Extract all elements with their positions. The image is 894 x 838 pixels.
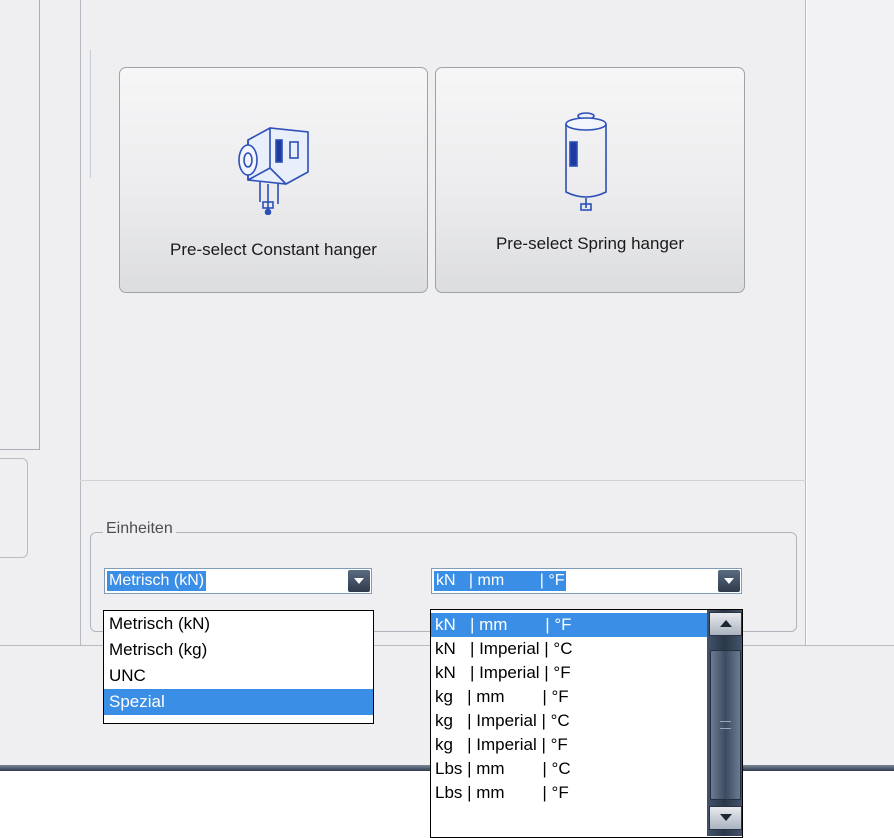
scroll-down-icon <box>720 814 732 821</box>
unit-format-dropdown-list: kN | mm | °F kN | Imperial | °C kN | Imp… <box>430 609 743 838</box>
unit-system-combo[interactable]: Metrisch (kN) <box>104 568 372 594</box>
chevron-down-icon <box>724 578 734 584</box>
preselect-spring-hanger-button[interactable]: Pre-select Spring hanger <box>435 67 745 293</box>
scroll-down-button[interactable] <box>709 806 742 830</box>
preselect-constant-hanger-button[interactable]: Pre-select Constant hanger <box>119 67 428 293</box>
left-panel <box>0 0 40 450</box>
list-item-selected[interactable]: kN | mm | °F <box>431 613 707 637</box>
right-panel <box>807 0 894 645</box>
horizontal-divider <box>80 480 806 481</box>
list-item[interactable]: kg | mm | °F <box>431 685 707 709</box>
list-item[interactable]: Lbs | mm | °F <box>431 781 707 805</box>
spring-hanger-label: Pre-select Spring hanger <box>495 234 685 253</box>
constant-hanger-icon <box>238 127 309 215</box>
unit-system-dropdown-button[interactable] <box>348 570 370 592</box>
spring-hanger-icon <box>565 112 607 211</box>
scroll-up-icon <box>720 620 732 627</box>
left-groupbox <box>0 458 28 558</box>
list-item[interactable]: UNC <box>104 663 373 689</box>
dropdown-scrollbar[interactable] <box>707 610 742 836</box>
constant-hanger-label: Pre-select Constant hanger <box>170 240 377 259</box>
unit-system-value: Metrisch (kN) <box>107 571 207 591</box>
unit-format-combo[interactable]: kN | mm | °F <box>431 568 742 594</box>
list-item[interactable]: Lbs | mm | °C <box>431 757 707 781</box>
list-item[interactable]: Metrisch (kN) <box>104 611 373 637</box>
list-item[interactable]: kg | Imperial | °C <box>431 709 707 733</box>
chevron-down-icon <box>354 578 364 584</box>
unit-system-dropdown-list: Metrisch (kN) Metrisch (kg) UNC Spezial <box>103 610 374 724</box>
units-group-title: Einheiten <box>103 520 176 542</box>
list-item[interactable]: kN | Imperial | °F <box>431 661 707 685</box>
unit-format-value: kN | mm | °F <box>434 571 567 591</box>
scroll-up-button[interactable] <box>709 612 742 636</box>
unit-format-dropdown-button[interactable] <box>718 570 740 592</box>
list-item-selected[interactable]: Spezial <box>104 689 373 715</box>
list-item[interactable]: Metrisch (kg) <box>104 637 373 663</box>
list-item[interactable]: kg | Imperial | °F <box>431 733 707 757</box>
list-item[interactable]: kN | Imperial | °C <box>431 637 707 661</box>
scrollbar-thumb[interactable] <box>710 650 741 800</box>
grip-icon <box>720 721 731 729</box>
vertical-divider <box>90 50 91 178</box>
